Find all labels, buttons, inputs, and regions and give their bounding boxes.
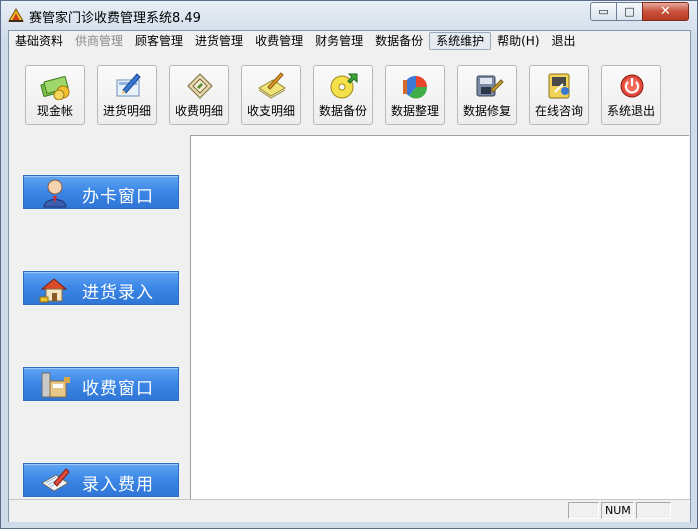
income-expense-button[interactable]: 收支明细 [241, 65, 301, 125]
app-window: 赛管家门诊收费管理系统8.49 ▭ □ ✕ 基础资料 供商管理 顾客管理 进货管… [0, 0, 698, 529]
data-backup-button[interactable]: 数据备份 [313, 65, 373, 125]
menu-item-exit[interactable]: 退出 [546, 32, 582, 50]
status-message-pane [9, 502, 565, 519]
card-window-button[interactable]: 办卡窗口 [23, 175, 179, 209]
minimize-icon: ▭ [598, 5, 609, 18]
income-expense-icon [258, 72, 286, 99]
house-icon [39, 278, 68, 303]
menu-item-finance[interactable]: 财务管理 [309, 32, 369, 50]
title-bar[interactable]: 赛管家门诊收费管理系统8.49 ▭ □ ✕ [1, 1, 697, 29]
cash-icon [40, 76, 70, 100]
menu-item-customer[interactable]: 顾客管理 [129, 32, 189, 50]
close-button[interactable]: ✕ [642, 2, 689, 21]
status-caps-pane [568, 502, 599, 519]
menu-bar: 基础资料 供商管理 顾客管理 进货管理 收费管理 财务管理 数据备份 系统维护 … [9, 31, 690, 51]
data-repair-label: 数据修复 [462, 104, 511, 118]
data-repair-button[interactable]: 数据修复 [457, 65, 517, 125]
data-organize-button[interactable]: 数据整理 [385, 65, 445, 125]
purchase-detail-label: 进货明细 [102, 104, 151, 118]
cash-account-label: 现金帐 [36, 104, 73, 118]
purchase-detail-icon [116, 73, 141, 97]
backup-disc-icon [330, 73, 358, 99]
online-consult-label: 在线咨询 [534, 104, 583, 118]
menu-item-supplier[interactable]: 供商管理 [69, 32, 129, 50]
menu-item-system[interactable]: 系统维护 [429, 32, 492, 50]
purchase-detail-button[interactable]: 进货明细 [97, 65, 157, 125]
cash-account-button[interactable]: 现金帐 [25, 65, 85, 125]
menu-item-backup[interactable]: 数据备份 [369, 32, 429, 50]
online-consult-icon [548, 73, 570, 99]
charge-detail-button[interactable]: 收费明细 [169, 65, 229, 125]
client-area: 基础资料 供商管理 顾客管理 进货管理 收费管理 财务管理 数据备份 系统维护 … [8, 30, 691, 522]
status-num-pane: NUM [601, 502, 634, 519]
income-expense-label: 收支明细 [246, 104, 295, 118]
person-icon [43, 179, 67, 208]
data-backup-label: 数据备份 [318, 104, 367, 118]
menu-item-help[interactable]: 帮助(H) [491, 32, 545, 50]
close-icon: ✕ [660, 4, 671, 19]
power-icon [620, 74, 644, 98]
cash-register-icon [41, 372, 70, 398]
repair-tool-icon [476, 75, 504, 97]
menu-item-purchase[interactable]: 进货管理 [189, 32, 249, 50]
enter-expense-label: 录入费用 [82, 475, 154, 495]
content-area: 办卡窗口 进货录入 收费窗口 录入费用 [9, 135, 690, 499]
data-chart-icon [403, 75, 428, 99]
data-organize-label: 数据整理 [390, 104, 439, 118]
charge-window-label: 收费窗口 [82, 379, 154, 399]
status-bar: NUM [9, 499, 690, 522]
card-window-label: 办卡窗口 [82, 187, 154, 207]
charge-detail-label: 收费明细 [174, 104, 223, 118]
system-exit-label: 系统退出 [606, 104, 655, 118]
menu-item-basic-data[interactable]: 基础资料 [9, 32, 69, 50]
maximize-icon: □ [624, 5, 635, 18]
system-exit-button[interactable]: 系统退出 [601, 65, 661, 125]
menu-item-charge[interactable]: 收费管理 [249, 32, 309, 50]
maximize-button[interactable]: □ [616, 2, 643, 21]
charge-window-button[interactable]: 收费窗口 [23, 367, 179, 401]
status-scroll-pane [636, 502, 671, 519]
minimize-button[interactable]: ▭ [590, 2, 617, 21]
enter-expense-button[interactable]: 录入费用 [23, 463, 179, 497]
purchase-entry-button[interactable]: 进货录入 [23, 271, 179, 305]
main-panel [190, 135, 689, 499]
purchase-entry-label: 进货录入 [82, 283, 154, 303]
online-consult-button[interactable]: 在线咨询 [529, 65, 589, 125]
edit-form-icon [41, 468, 70, 492]
app-logo-icon [8, 8, 24, 22]
charge-detail-icon [187, 73, 213, 99]
toolbar: 现金帐 进货明细 收费明细 收支明细 数据备份 数据整理 数据修复 在线咨询 系… [9, 53, 690, 131]
window-title: 赛管家门诊收费管理系统8.49 [29, 11, 201, 26]
